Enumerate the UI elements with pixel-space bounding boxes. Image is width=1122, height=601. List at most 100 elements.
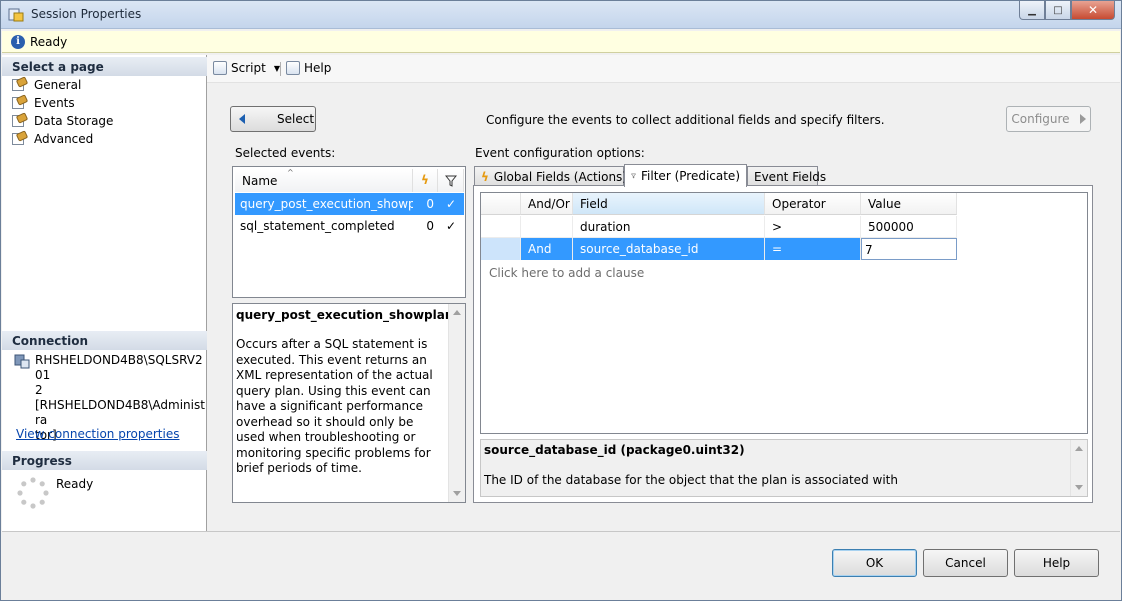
event-row[interactable]: sql_statement_completed 0 ✓ (235, 215, 464, 237)
event-row[interactable]: query_post_execution_showplan 0 ✓ (235, 193, 464, 215)
sort-up-icon: ^ (287, 168, 294, 177)
toolbar: Script ▼ Help (207, 55, 1120, 83)
window-controls: ▁ □ ✕ (1019, 1, 1115, 21)
lightning-icon: ϟ (421, 173, 429, 187)
field-description-title: source_database_id (package0.uint32) (484, 443, 745, 457)
app-icon (8, 8, 24, 22)
view-connection-properties-link[interactable]: View connection properties (16, 427, 179, 441)
clause-operator[interactable]: = (765, 238, 861, 260)
filter-tab-panel: And/Or Field Operator Value duration > 5… (473, 185, 1093, 503)
filter-column-header[interactable] (438, 169, 464, 192)
title-bar[interactable]: Session Properties ▁ □ ✕ (1, 1, 1121, 29)
script-icon (213, 61, 227, 75)
page-icon (12, 76, 29, 92)
scroll-down-icon (1075, 485, 1083, 490)
filter-grid[interactable]: And/Or Field Operator Value duration > 5… (480, 192, 1088, 434)
close-button[interactable]: ✕ (1071, 1, 1115, 20)
tab-event-fields[interactable]: Event Fields (747, 166, 826, 186)
page-item-label: Events (34, 96, 75, 110)
help-button[interactable]: Help (1014, 549, 1099, 577)
ok-button[interactable]: OK (832, 549, 917, 577)
description-scrollbar[interactable] (448, 304, 465, 502)
configure-button-label: Configure (1011, 112, 1070, 126)
select-page-header: Select a page (2, 57, 207, 76)
tab-filter-predicate[interactable]: Filter (Predicate) (624, 164, 747, 187)
actions-column-header[interactable]: ϟ (413, 169, 438, 192)
bottom-divider (207, 531, 1120, 532)
event-config-label: Event configuration options: (475, 146, 645, 160)
script-label: Script (231, 61, 266, 75)
events-list-header: Name ^ ϟ (235, 168, 464, 192)
instruction-text: Configure the events to collect addition… (486, 113, 885, 127)
page-item-general[interactable]: General (12, 76, 81, 94)
event-description-title: query_post_execution_showplan (236, 308, 454, 322)
name-header-label: Name (242, 174, 278, 188)
andor-column-header[interactable]: And/Or (521, 193, 573, 215)
select-button-label: Select (277, 112, 315, 126)
lightning-icon: ϟ (481, 169, 489, 184)
cancel-button-label: Cancel (945, 556, 986, 570)
page-item-label: Data Storage (34, 114, 114, 128)
progress-status: Ready (56, 477, 94, 491)
clause-field[interactable]: duration (573, 216, 765, 238)
filter-icon (631, 173, 637, 179)
session-properties-window: Session Properties ▁ □ ✕ i Ready Select … (0, 0, 1122, 601)
help-button-label: Help (1042, 556, 1071, 570)
clause-value[interactable]: 500000 (861, 216, 957, 238)
left-pane: Select a page General Events Data Storag… (2, 55, 207, 531)
maximize-button[interactable]: □ (1045, 1, 1071, 20)
window-title: Session Properties (31, 7, 142, 21)
help-icon (286, 61, 300, 75)
add-clause-row[interactable]: Click here to add a clause (489, 266, 644, 280)
page-item-data-storage[interactable]: Data Storage (12, 112, 113, 130)
page-item-label: General (34, 78, 82, 92)
page-icon (12, 94, 29, 110)
clause-operator[interactable]: > (765, 216, 861, 238)
clause-value-input[interactable]: 7 (861, 238, 957, 260)
value-column-header[interactable]: Value (861, 193, 957, 215)
filter-clause-row[interactable]: duration > 500000 (481, 216, 957, 238)
selected-events-list[interactable]: Name ^ ϟ query_post_execution_showplan 0… (232, 166, 466, 298)
filter-icon (444, 175, 457, 187)
scroll-up-icon (453, 310, 461, 315)
event-filter-check: ✓ (445, 197, 457, 211)
clause-andor[interactable] (521, 216, 573, 238)
event-filter-check: ✓ (445, 219, 457, 233)
page-item-advanced[interactable]: Advanced (12, 130, 93, 148)
page-item-label: Advanced (34, 132, 94, 146)
row-selector[interactable] (481, 238, 521, 260)
event-description-box: query_post_execution_showplan Occurs aft… (232, 303, 466, 503)
minimize-button[interactable]: ▁ (1019, 1, 1045, 20)
field-column-header[interactable]: Field (573, 193, 765, 215)
clause-field[interactable]: source_database_id (573, 238, 765, 260)
page-icon (12, 130, 29, 146)
left-divider (2, 531, 208, 532)
progress-spinner-icon (17, 477, 49, 509)
status-bar: i Ready (2, 31, 1120, 53)
name-column-header[interactable]: Name ^ (235, 168, 413, 192)
row-selector[interactable] (481, 216, 521, 238)
tab-global-fields[interactable]: ϟ Global Fields (Actions) (474, 166, 627, 186)
event-name: sql_statement_completed (240, 219, 395, 233)
connection-header: Connection (2, 331, 207, 350)
close-icon: ✕ (1087, 3, 1099, 17)
scroll-up-icon (1075, 446, 1083, 451)
field-description-scrollbar[interactable] (1070, 440, 1087, 496)
cancel-button[interactable]: Cancel (923, 549, 1008, 577)
page-item-events[interactable]: Events (12, 94, 75, 112)
field-description-box: source_database_id (package0.uint32) The… (480, 439, 1088, 497)
help-toolbar-button[interactable]: Help (286, 61, 331, 75)
select-button[interactable]: Select (230, 106, 316, 132)
server-icon (14, 354, 30, 369)
maximize-icon: □ (1053, 4, 1063, 16)
event-name: query_post_execution_showplan (240, 197, 413, 211)
clause-andor[interactable]: And (521, 238, 573, 260)
filter-clause-row[interactable]: And source_database_id = 7 (481, 238, 957, 260)
script-button[interactable]: Script ▼ (213, 61, 280, 75)
operator-column-header[interactable]: Operator (765, 193, 861, 215)
configure-button[interactable]: Configure (1006, 106, 1091, 132)
connection-user: [RHSHELDOND4B8\Administra (35, 398, 205, 427)
ok-button-label: OK (865, 556, 884, 570)
page-icon (12, 112, 29, 128)
connection-server-cont: 2 (35, 383, 43, 397)
